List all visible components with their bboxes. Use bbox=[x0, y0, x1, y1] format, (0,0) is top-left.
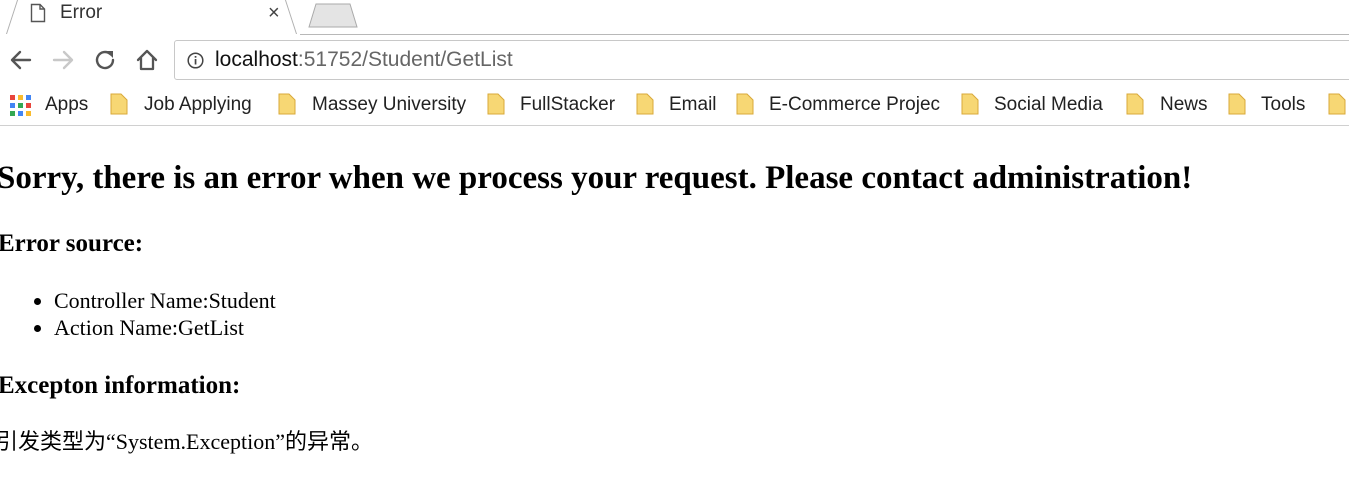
url-host: localhost bbox=[215, 48, 298, 71]
folder-icon bbox=[278, 93, 296, 115]
bookmark-label: FullStacker bbox=[520, 94, 616, 115]
url-path: :51752/Student/GetList bbox=[297, 48, 513, 71]
close-icon[interactable]: × bbox=[268, 2, 280, 24]
url-text[interactable]: localhost:51752/Student/GetList bbox=[215, 48, 513, 72]
bookmark-email[interactable]: Email bbox=[636, 93, 731, 117]
tab-edge-left bbox=[6, 0, 19, 34]
error-heading: Sorry, there is an error when we process… bbox=[0, 160, 1193, 196]
tab-error[interactable]: Error × bbox=[0, 0, 300, 34]
home-icon[interactable] bbox=[134, 47, 160, 73]
browser-toolbar: localhost:51752/Student/GetList bbox=[0, 35, 1349, 85]
bookmark-label: Email bbox=[669, 94, 717, 115]
reload-icon[interactable] bbox=[92, 47, 118, 73]
bookmark-label: Job Applying bbox=[144, 94, 252, 115]
folder-icon bbox=[1126, 93, 1144, 115]
bookmark-overflow-folder[interactable] bbox=[1328, 93, 1349, 117]
folder-icon bbox=[487, 93, 505, 115]
error-source-list: Controller Name:Student Action Name:GetL… bbox=[0, 287, 276, 341]
bookmark-fullstacker[interactable]: FullStacker bbox=[487, 93, 627, 117]
info-icon[interactable] bbox=[187, 52, 204, 69]
bookmark-social-media[interactable]: Social Media bbox=[961, 93, 1116, 117]
bookmark-label: Social Media bbox=[994, 94, 1103, 115]
bookmark-label: E-Commerce Projec bbox=[769, 94, 941, 115]
apps-grid-icon bbox=[10, 95, 31, 116]
bookmark-job-applying[interactable]: Job Applying bbox=[110, 93, 265, 117]
bookmark-label: Massey University bbox=[312, 94, 467, 115]
tab-edge-right bbox=[284, 0, 297, 34]
back-arrow-icon[interactable] bbox=[8, 47, 34, 73]
exception-message: 引发类型为“System.Exception”的异常。 bbox=[0, 429, 374, 454]
folder-icon bbox=[1328, 93, 1346, 115]
bookmark-e-commerce-project[interactable]: E-Commerce Projec bbox=[736, 93, 942, 117]
bookmarks-bar: Apps Job Applying Massey University Full… bbox=[0, 85, 1349, 126]
bookmark-massey-university[interactable]: Massey University bbox=[278, 93, 478, 117]
folder-icon bbox=[736, 93, 754, 115]
forward-arrow-icon[interactable] bbox=[50, 47, 76, 73]
tab-title: Error bbox=[60, 2, 103, 23]
folder-icon bbox=[961, 93, 979, 115]
browser-chrome: Error × localhost:51752/Student/GetList … bbox=[0, 0, 1349, 126]
bookmark-label: News bbox=[1160, 94, 1208, 115]
folder-icon bbox=[110, 93, 128, 115]
bookmark-label: Tools bbox=[1261, 94, 1306, 115]
list-item-controller-name: Controller Name:Student bbox=[54, 287, 276, 314]
bookmark-label: Apps bbox=[45, 94, 89, 115]
tab-strip: Error × bbox=[0, 0, 1349, 35]
exception-heading: Excepton information: bbox=[0, 372, 241, 399]
error-source-heading: Error source: bbox=[0, 230, 144, 257]
document-icon bbox=[30, 3, 46, 23]
bookmark-apps[interactable]: Apps bbox=[10, 93, 100, 117]
bookmark-tools[interactable]: Tools bbox=[1228, 93, 1318, 117]
address-bar[interactable]: localhost:51752/Student/GetList bbox=[174, 40, 1349, 80]
folder-icon bbox=[636, 93, 654, 115]
folder-icon bbox=[1228, 93, 1246, 115]
bookmark-news[interactable]: News bbox=[1126, 93, 1216, 117]
new-tab-button[interactable] bbox=[308, 3, 358, 28]
list-item-action-name: Action Name:GetList bbox=[54, 314, 276, 341]
page-content: Sorry, there is an error when we process… bbox=[0, 126, 1349, 485]
